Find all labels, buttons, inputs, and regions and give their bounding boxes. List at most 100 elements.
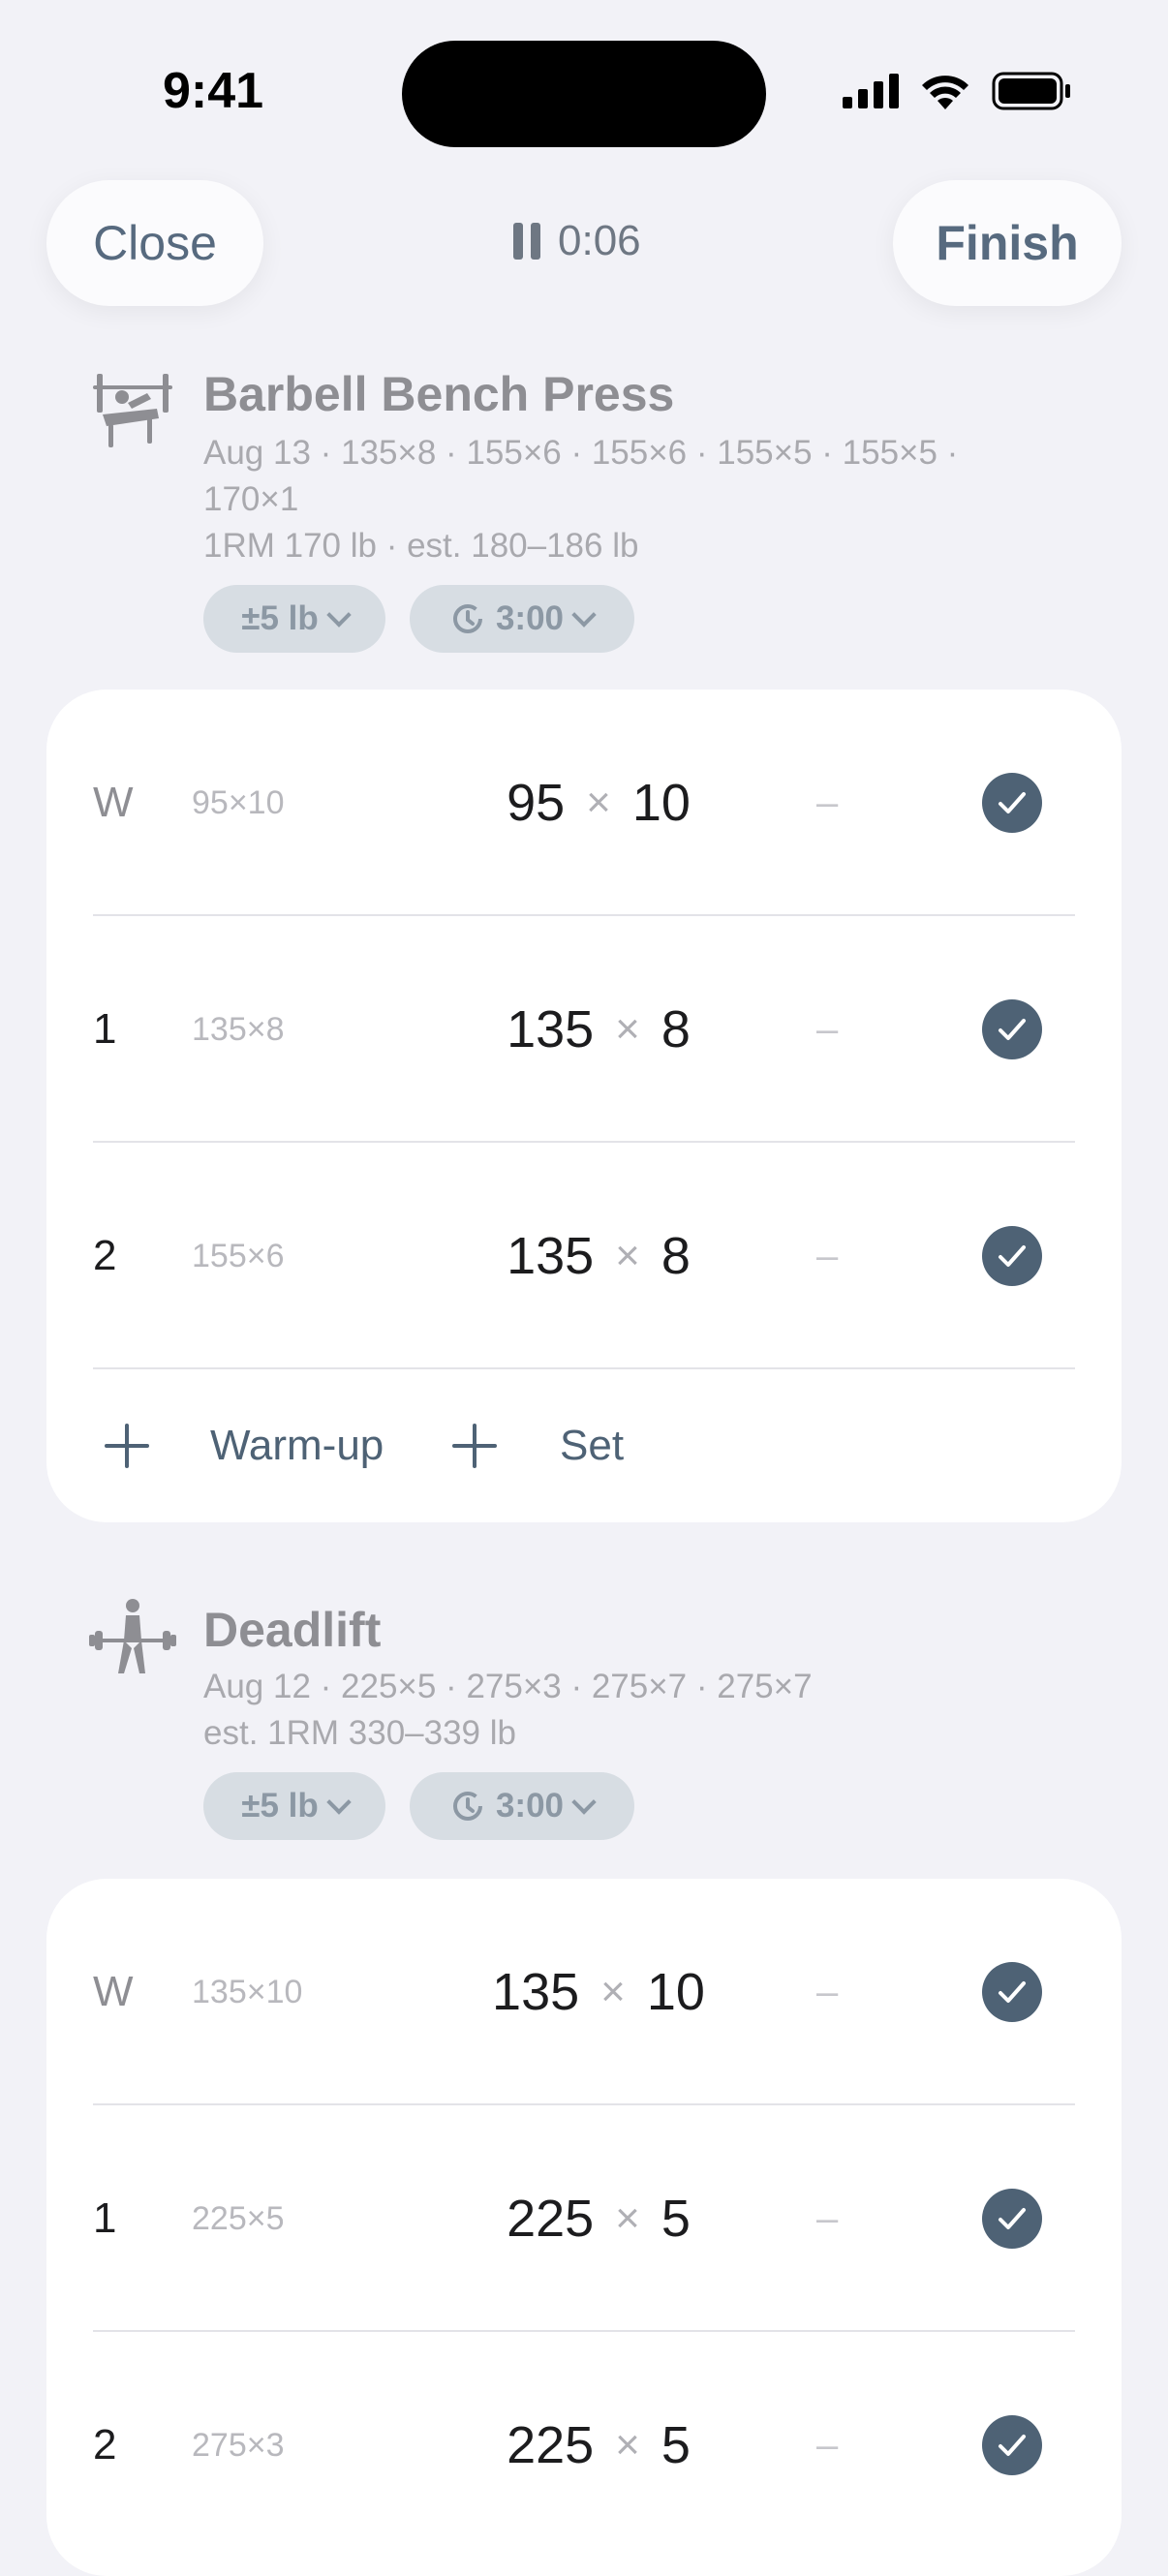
increment-value: ±5 lb (241, 599, 319, 637)
status-time: 9:41 (163, 63, 264, 119)
set-complete-checkbox[interactable] (982, 1226, 1042, 1286)
previous-set[interactable]: 275×3 (192, 2332, 285, 2559)
multiply-sign: × (600, 1968, 626, 2015)
weight-value[interactable]: 95 (507, 773, 565, 833)
multiply-sign: × (586, 779, 611, 826)
increment-value: ±5 lb (241, 1787, 319, 1825)
rpe-value[interactable]: – (816, 2105, 838, 2332)
cellular-signal-icon (843, 74, 899, 108)
previous-set[interactable]: 135×10 (192, 1879, 302, 2105)
rpe-value[interactable]: – (816, 690, 838, 916)
close-button[interactable]: Close (46, 180, 263, 306)
timer-icon (452, 1792, 482, 1821)
multiply-sign: × (615, 2194, 640, 2242)
previous-set[interactable]: 135×8 (192, 916, 285, 1143)
increment-chip[interactable]: ±5 lb (203, 585, 385, 653)
battery-icon (992, 72, 1070, 110)
deadlift-icon (89, 1599, 176, 1673)
history-line: Aug 13 · 135×8 · 155×6 · 155×6 · 155×5 ·… (203, 434, 959, 472)
exercise-history: Aug 12 · 225×5 · 275×3 · 275×7 · 275×7 e… (203, 1664, 813, 1757)
set-type-label[interactable]: 1 (93, 916, 116, 1143)
status-icons (843, 72, 1071, 110)
checkmark-icon (999, 1981, 1026, 2003)
weight-value[interactable]: 135 (507, 1226, 594, 1286)
checkmark-icon (999, 792, 1026, 813)
checkmark-icon (999, 1245, 1026, 1267)
set-complete-checkbox[interactable] (982, 1962, 1042, 2022)
rest-timer-value: 3:00 (495, 599, 565, 637)
sets-card: W 135×10 135 × 10 – 1 225×5 225 × 5 – 2 … (46, 1879, 1122, 2576)
set-type-label[interactable]: W (93, 1879, 134, 2105)
rpe-value[interactable]: – (816, 1143, 838, 1369)
exercise-title[interactable]: Deadlift (203, 1602, 381, 1658)
wifi-icon (922, 76, 968, 109)
rpe-value[interactable]: – (816, 916, 838, 1143)
set-row: W 135×10 135 × 10 – (46, 1879, 1122, 2105)
rpe-value[interactable]: – (816, 2332, 838, 2559)
history-line: Aug 12 · 225×5 · 275×3 · 275×7 · 275×7 (203, 1668, 813, 1705)
chevron-down-icon (326, 1790, 352, 1815)
add-set-row: Warm-up Set (46, 1369, 1122, 1522)
weight-value[interactable]: 135 (507, 999, 594, 1059)
rpe-value[interactable]: – (816, 1879, 838, 2105)
set-complete-checkbox[interactable] (982, 999, 1042, 1059)
workout-timer[interactable]: 0:06 (513, 217, 641, 265)
checkmark-icon (999, 2435, 1026, 2456)
set-entry[interactable]: 95 × 10 (395, 690, 802, 916)
history-line: 170×1 (203, 480, 299, 518)
previous-set[interactable]: 225×5 (192, 2105, 285, 2332)
add-warmup-button[interactable]: Warm-up (210, 1422, 384, 1470)
reps-value[interactable]: 10 (647, 1962, 705, 2022)
pause-icon (513, 223, 540, 260)
set-row: W 95×10 95 × 10 – (46, 690, 1122, 916)
checkmark-icon (999, 1019, 1026, 1040)
set-row: 2 275×3 225 × 5 – (46, 2332, 1122, 2559)
set-complete-checkbox[interactable] (982, 2415, 1042, 2475)
set-type-label[interactable]: 1 (93, 2105, 116, 2332)
set-type-label[interactable]: 2 (93, 2332, 116, 2559)
set-type-label[interactable]: W (93, 690, 134, 916)
finish-button[interactable]: Finish (893, 180, 1122, 306)
timer-value: 0:06 (558, 217, 641, 264)
previous-set[interactable]: 95×10 (192, 690, 285, 916)
previous-set[interactable]: 155×6 (192, 1143, 285, 1369)
set-entry[interactable]: 225 × 5 (395, 2332, 802, 2559)
weight-value[interactable]: 225 (507, 2415, 594, 2475)
set-entry[interactable]: 135 × 8 (395, 1143, 802, 1369)
rest-timer-chip[interactable]: 3:00 (410, 1772, 634, 1840)
chevron-down-icon (326, 602, 352, 628)
weight-value[interactable]: 135 (492, 1962, 579, 2022)
set-entry[interactable]: 135 × 10 (395, 1879, 802, 2105)
add-set-icon[interactable] (452, 1424, 497, 1468)
reps-value[interactable]: 8 (661, 1226, 691, 1286)
reps-value[interactable]: 5 (661, 2415, 691, 2475)
set-type-label[interactable]: 2 (93, 1143, 116, 1369)
set-row: 2 155×6 135 × 8 – (46, 1143, 1122, 1369)
increment-chip[interactable]: ±5 lb (203, 1772, 385, 1840)
exercise-history: Aug 13 · 135×8 · 155×6 · 155×6 · 155×5 ·… (203, 430, 958, 569)
rest-timer-chip[interactable]: 3:00 (410, 585, 634, 653)
set-entry[interactable]: 135 × 8 (395, 916, 802, 1143)
add-set-button[interactable]: Set (560, 1422, 624, 1470)
reps-value[interactable]: 5 (661, 2189, 691, 2249)
bench-press-icon (93, 374, 172, 447)
set-complete-checkbox[interactable] (982, 2189, 1042, 2249)
exercise-title[interactable]: Barbell Bench Press (203, 366, 674, 422)
set-row: 1 225×5 225 × 5 – (46, 2105, 1122, 2332)
set-entry[interactable]: 225 × 5 (395, 2105, 802, 2332)
multiply-sign: × (615, 1232, 640, 1279)
weight-value[interactable]: 225 (507, 2189, 594, 2249)
multiply-sign: × (615, 2421, 640, 2469)
set-complete-checkbox[interactable] (982, 773, 1042, 833)
set-row: 1 135×8 135 × 8 – (46, 916, 1122, 1143)
multiply-sign: × (615, 1005, 640, 1053)
reps-value[interactable]: 8 (661, 999, 691, 1059)
one-rep-max-line: est. 1RM 330–339 lb (203, 1714, 516, 1752)
rest-timer-value: 3:00 (495, 1787, 565, 1825)
dynamic-island (402, 41, 766, 147)
checkmark-icon (999, 2208, 1026, 2229)
reps-value[interactable]: 10 (632, 773, 691, 833)
add-warmup-icon[interactable] (105, 1424, 149, 1468)
one-rep-max-line: 1RM 170 lb · est. 180–186 lb (203, 527, 639, 565)
timer-icon (452, 604, 482, 633)
